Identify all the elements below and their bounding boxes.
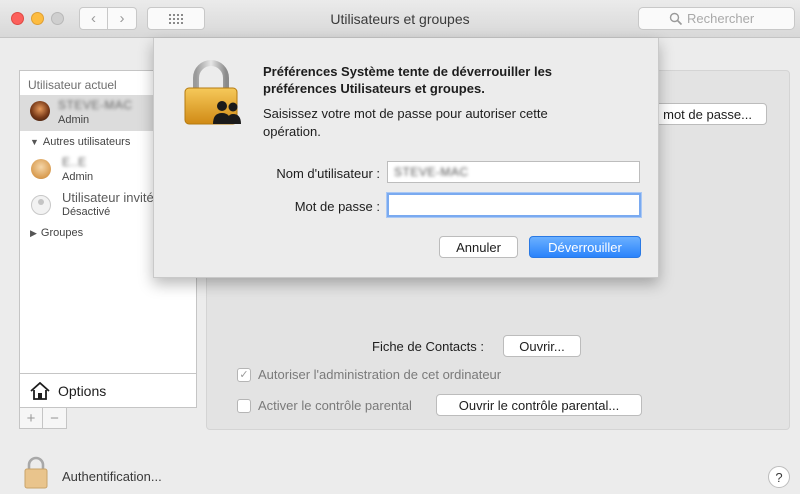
username-value: STEVE-MAC — [394, 165, 469, 179]
user-role: Admin — [62, 171, 94, 183]
close-window-button[interactable] — [11, 12, 24, 25]
add-user-button[interactable]: + — [20, 408, 44, 428]
forward-button[interactable]: › — [108, 7, 137, 30]
user-name: STEVE-MAC — [58, 98, 133, 112]
unlock-button[interactable]: Déverrouiller — [529, 236, 641, 258]
contacts-card-label: Fiche de Contacts : — [372, 339, 484, 354]
other-users-label: Autres utilisateurs — [42, 136, 131, 148]
window-title: Utilisateurs et groupes — [330, 11, 470, 27]
search-field[interactable]: Rechercher — [638, 7, 795, 30]
dialog-title: Préférences Système tente de déverrouill… — [263, 64, 553, 96]
chevron-left-icon: ‹ — [91, 10, 96, 27]
groups-section[interactable]: ▶ Groupes — [30, 227, 83, 239]
user-name: E..E — [62, 155, 87, 169]
help-button[interactable]: ? — [768, 466, 790, 488]
nav-buttons: ‹ › — [79, 7, 138, 30]
password-label: Mot de passe : — [294, 199, 380, 214]
groups-label: Groupes — [40, 227, 84, 239]
password-field[interactable] — [387, 193, 641, 217]
show-all-button[interactable] — [147, 7, 205, 30]
search-placeholder: Rechercher — [687, 11, 755, 26]
disclosure-closed-icon: ▶ — [30, 228, 37, 238]
authentication-label[interactable]: Authentification... — [62, 469, 162, 484]
user-role: Désactivé — [62, 206, 111, 218]
username-field[interactable]: STEVE-MAC — [387, 161, 640, 183]
authentication-dialog: Préférences Système tente de déverrouill… — [153, 38, 659, 278]
chevron-right-icon: › — [119, 10, 125, 27]
avatar — [30, 101, 50, 121]
parental-controls-checkbox[interactable] — [237, 399, 251, 413]
avatar — [31, 159, 51, 179]
add-remove-controls: + − — [19, 408, 67, 429]
search-icon — [669, 12, 683, 26]
cancel-button[interactable]: Annuler — [439, 236, 518, 258]
lock-icon — [184, 60, 241, 125]
user-role: Admin — [58, 114, 90, 126]
remove-user-button[interactable]: − — [43, 408, 66, 428]
allow-admin-checkbox[interactable]: ✓ — [237, 368, 251, 382]
help-icon: ? — [775, 469, 783, 485]
other-users-section[interactable]: ▼ Autres utilisateurs — [30, 136, 130, 148]
current-user-header: Utilisateur actuel — [28, 78, 117, 92]
title-bar: ‹ › Utilisateurs et groupes Rechercher — [0, 0, 800, 38]
dialog-message: Saisissez votre mot de passe pour autori… — [263, 106, 548, 139]
open-contacts-button[interactable]: Ouvrir... — [503, 335, 581, 357]
sidebar-item-options[interactable]: Options — [20, 373, 196, 407]
username-label: Nom d'utilisateur : — [276, 166, 380, 181]
zoom-window-button[interactable] — [51, 12, 64, 25]
options-label: Options — [58, 382, 107, 399]
change-password-button[interactable]: mot de passe... — [652, 103, 767, 125]
back-button[interactable]: ‹ — [79, 7, 108, 30]
home-icon — [30, 381, 50, 400]
disclosure-open-icon: ▼ — [30, 137, 39, 147]
minimize-window-button[interactable] — [31, 12, 44, 25]
grid-icon — [169, 13, 183, 24]
lock-icon[interactable] — [23, 455, 49, 489]
open-parental-controls-button[interactable]: Ouvrir le contrôle parental... — [436, 394, 642, 416]
guest-avatar-icon — [31, 195, 51, 215]
parental-controls-label: Activer le contrôle parental — [258, 398, 412, 413]
allow-admin-label: Autoriser l'administration de cet ordina… — [258, 367, 502, 382]
